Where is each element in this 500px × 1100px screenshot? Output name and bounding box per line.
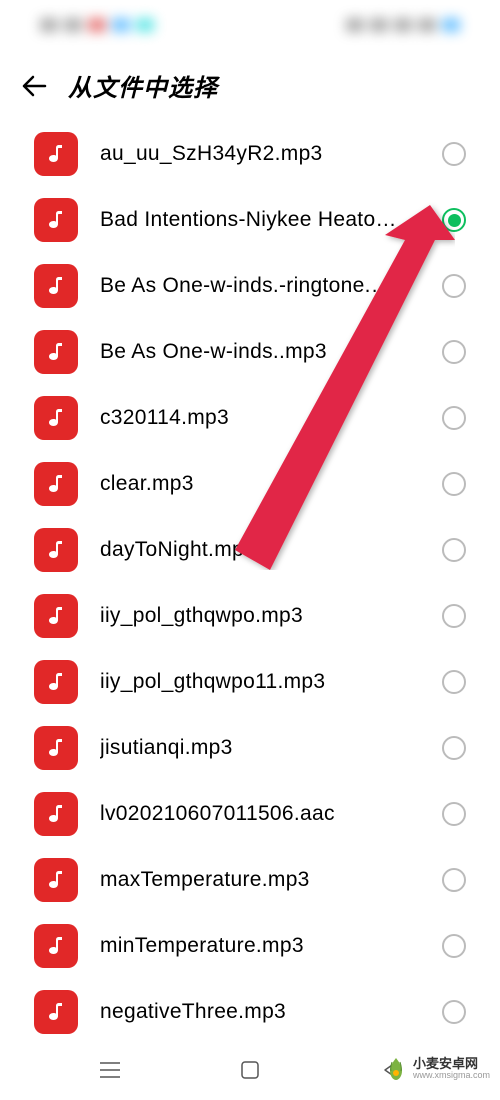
file-radio[interactable] <box>442 802 466 826</box>
menu-icon <box>99 1061 121 1079</box>
file-name-label: au_uu_SzH34yR2.mp3 <box>100 142 420 166</box>
music-file-icon <box>34 198 78 242</box>
file-name-label: jisutianqi.mp3 <box>100 736 420 760</box>
watermark-brand: 小麦安卓网 <box>413 1057 490 1071</box>
music-file-icon <box>34 594 78 638</box>
music-file-icon <box>34 396 78 440</box>
file-name-label: negativeThree.mp3 <box>100 1000 420 1024</box>
file-row[interactable]: clear.mp3 <box>4 451 496 517</box>
file-name-label: Be As One-w-inds..mp3 <box>100 340 420 364</box>
file-name-label: Bad Intentions-Niykee Heato… <box>100 208 420 232</box>
music-file-icon <box>34 330 78 374</box>
file-row[interactable]: dayToNight.mp3 <box>4 517 496 583</box>
file-name-label: iiy_pol_gthqwpo11.mp3 <box>100 670 420 694</box>
file-radio[interactable] <box>442 934 466 958</box>
music-file-icon <box>34 528 78 572</box>
file-radio[interactable] <box>442 538 466 562</box>
file-name-label: clear.mp3 <box>100 472 420 496</box>
file-radio[interactable] <box>442 1000 466 1024</box>
file-radio[interactable] <box>442 736 466 760</box>
status-bar <box>0 0 500 50</box>
file-radio[interactable] <box>442 274 466 298</box>
file-radio[interactable] <box>442 604 466 628</box>
music-file-icon <box>34 726 78 770</box>
file-radio[interactable] <box>442 406 466 430</box>
file-name-label: lv020210607011506.aac <box>100 802 420 826</box>
file-name-label: dayToNight.mp3 <box>100 538 420 562</box>
file-radio[interactable] <box>442 868 466 892</box>
file-row[interactable]: minTemperature.mp3 <box>4 913 496 979</box>
file-row[interactable]: maxTemperature.mp3 <box>4 847 496 913</box>
nav-home-button[interactable] <box>230 1050 270 1090</box>
file-row[interactable]: iiy_pol_gthqwpo11.mp3 <box>4 649 496 715</box>
file-row[interactable]: iiy_pol_gthqwpo.mp3 <box>4 583 496 649</box>
file-list: au_uu_SzH34yR2.mp3 Bad Intentions-Niykee … <box>0 121 500 1045</box>
file-name-label: minTemperature.mp3 <box>100 934 420 958</box>
file-name-label: Be As One-w-inds.-ringtone.… <box>100 274 420 298</box>
watermark: 小麦安卓网 www.xmsigma.com <box>383 1056 490 1082</box>
file-row[interactable]: lv020210607011506.aac <box>4 781 496 847</box>
music-file-icon <box>34 462 78 506</box>
back-arrow-icon <box>21 75 47 97</box>
file-radio[interactable] <box>442 670 466 694</box>
music-file-icon <box>34 924 78 968</box>
file-radio[interactable] <box>442 142 466 166</box>
file-row[interactable]: jisutianqi.mp3 <box>4 715 496 781</box>
music-file-icon <box>34 792 78 836</box>
file-row[interactable]: negativeThree.mp3 <box>4 979 496 1045</box>
header: 从文件中选择 <box>0 50 500 121</box>
file-row[interactable]: Be As One-w-inds.-ringtone.… <box>4 253 496 319</box>
music-file-icon <box>34 132 78 176</box>
watermark-url: www.xmsigma.com <box>413 1071 490 1081</box>
file-name-label: c320114.mp3 <box>100 406 420 430</box>
file-name-label: maxTemperature.mp3 <box>100 868 420 892</box>
music-file-icon <box>34 858 78 902</box>
file-row[interactable]: c320114.mp3 <box>4 385 496 451</box>
page-title: 从文件中选择 <box>68 68 218 103</box>
nav-menu-button[interactable] <box>90 1050 130 1090</box>
watermark-logo-icon <box>383 1056 409 1082</box>
music-file-icon <box>34 264 78 308</box>
music-file-icon <box>34 990 78 1034</box>
file-row[interactable]: Be As One-w-inds..mp3 <box>4 319 496 385</box>
file-row[interactable]: Bad Intentions-Niykee Heato… <box>4 187 496 253</box>
file-row[interactable]: au_uu_SzH34yR2.mp3 <box>4 121 496 187</box>
file-radio[interactable] <box>442 208 466 232</box>
music-file-icon <box>34 660 78 704</box>
file-name-label: iiy_pol_gthqwpo.mp3 <box>100 604 420 628</box>
square-icon <box>240 1060 260 1080</box>
file-radio[interactable] <box>442 340 466 364</box>
file-radio[interactable] <box>442 472 466 496</box>
back-button[interactable] <box>20 72 48 100</box>
